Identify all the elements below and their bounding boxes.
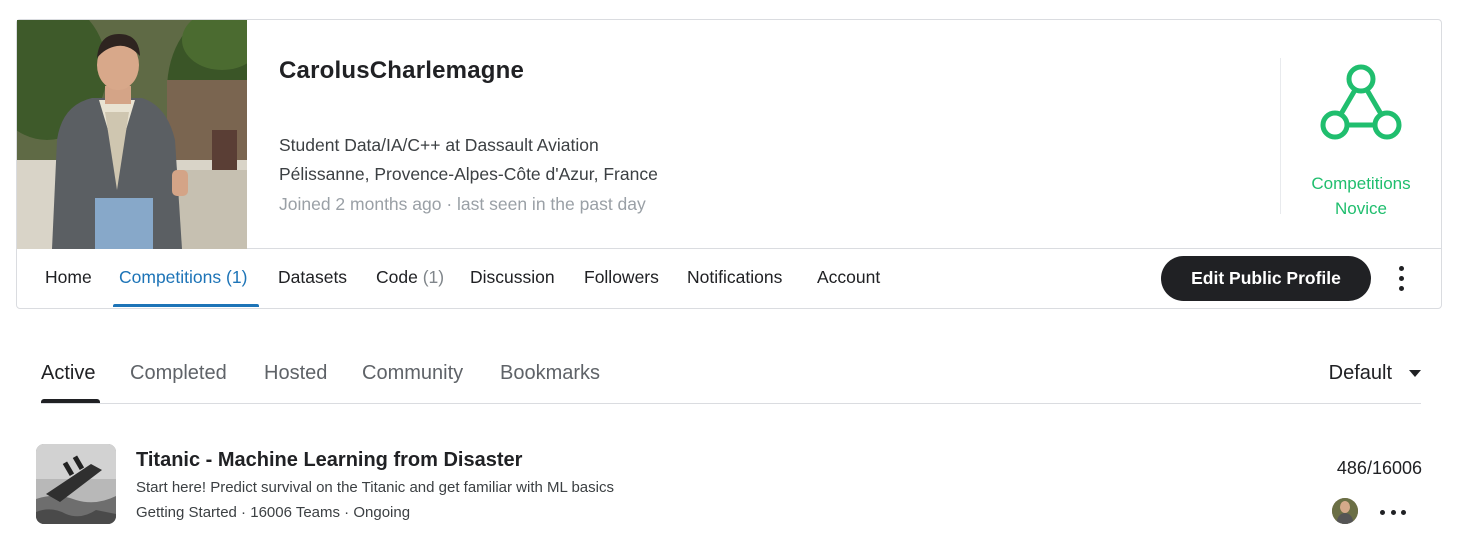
tab-datasets[interactable]: Datasets xyxy=(278,267,347,288)
tab-competitions-label: Competitions xyxy=(119,267,222,287)
tab-code-count: (1) xyxy=(422,267,445,287)
tab-competitions[interactable]: Competitions (1) xyxy=(119,267,247,288)
tab-account[interactable]: Account xyxy=(817,267,880,288)
competition-meta: Getting Started · 16006 Teams · Ongoing xyxy=(136,504,411,521)
active-subtab-indicator xyxy=(41,399,100,403)
profile-occupation: Student Data/IA/C++ at Dassault Aviation xyxy=(279,135,599,155)
profile-header: CarolusCharlemagne Student Data/IA/C++ a… xyxy=(17,20,1441,249)
profile-joined-info: Joined 2 months ago · last seen in the p… xyxy=(279,194,646,214)
tab-notifications[interactable]: Notifications xyxy=(687,267,782,288)
competition-description: Start here! Predict survival on the Tita… xyxy=(136,479,614,496)
tab-followers-label: Followers xyxy=(584,267,659,287)
tab-home-label: Home xyxy=(45,267,92,287)
tab-notifications-label: Notifications xyxy=(687,267,783,287)
profile-tab-bar: Home Competitions (1) Datasets Code (1) … xyxy=(17,249,1441,309)
competition-more-icon[interactable] xyxy=(1380,502,1406,522)
team-avatar[interactable] xyxy=(1332,498,1358,524)
competitions-tier-icon xyxy=(1320,64,1402,140)
profile-card: CarolusCharlemagne Student Data/IA/C++ a… xyxy=(16,19,1442,309)
subtab-hosted[interactable]: Hosted xyxy=(264,362,327,385)
sort-dropdown-label: Default xyxy=(1328,362,1392,384)
active-tab-indicator xyxy=(113,304,259,307)
sort-dropdown[interactable]: Default xyxy=(1329,362,1421,385)
tab-discussion[interactable]: Discussion xyxy=(470,267,555,288)
subtab-community[interactable]: Community xyxy=(362,362,463,385)
tab-discussion-label: Discussion xyxy=(470,267,555,287)
subtab-completed[interactable]: Completed xyxy=(130,362,227,385)
subtab-active[interactable]: Active xyxy=(41,362,95,385)
tab-datasets-label: Datasets xyxy=(278,267,348,287)
tab-code-label: Code xyxy=(376,267,418,287)
tab-code[interactable]: Code (1) xyxy=(376,267,444,288)
tier-level: Novice xyxy=(1335,199,1387,218)
profile-location: Pélissanne, Provence-Alpes-Côte d'Azur, … xyxy=(279,164,658,184)
competition-filter-tabs: Active Completed Hosted Community Bookma… xyxy=(41,352,1421,404)
more-options-icon[interactable] xyxy=(1391,261,1411,297)
tab-account-label: Account xyxy=(817,267,881,287)
competitions-tier-label: Competitions Novice xyxy=(1283,171,1439,221)
chevron-down-icon xyxy=(1409,370,1421,377)
tier-divider xyxy=(1280,58,1281,214)
tier-category: Competitions xyxy=(1311,174,1411,193)
tab-competitions-count: (1) xyxy=(226,267,248,287)
tab-followers[interactable]: Followers xyxy=(584,267,659,288)
competition-thumbnail xyxy=(36,444,116,524)
tab-home[interactable]: Home xyxy=(45,267,92,288)
subtab-bookmarks[interactable]: Bookmarks xyxy=(500,362,600,385)
profile-username: CarolusCharlemagne xyxy=(279,57,525,84)
competition-rank: 486/16006 xyxy=(1336,458,1422,478)
competition-title[interactable]: Titanic - Machine Learning from Disaster xyxy=(136,449,522,472)
edit-public-profile-button[interactable]: Edit Public Profile xyxy=(1161,256,1371,301)
competition-list-item[interactable]: Titanic - Machine Learning from Disaster… xyxy=(36,444,1426,526)
profile-photo xyxy=(17,20,247,249)
